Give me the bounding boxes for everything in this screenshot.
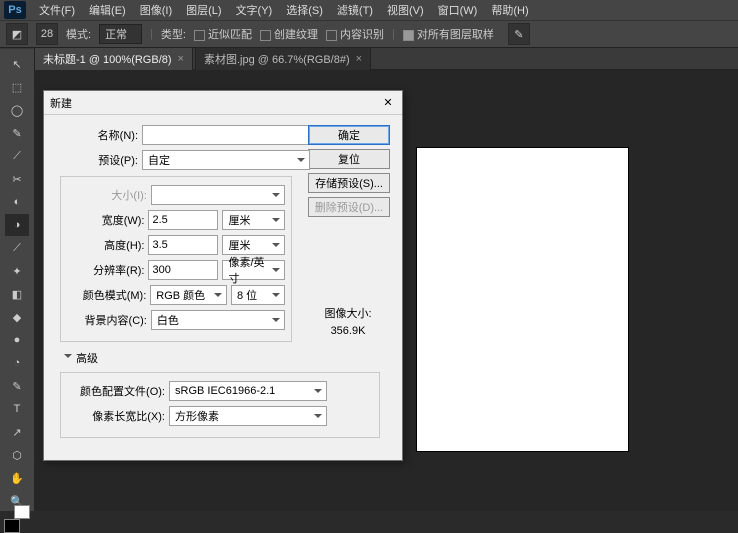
mode-label: 模式:	[66, 26, 91, 42]
tool-preset-icon[interactable]: ◩	[6, 23, 28, 45]
profile-select[interactable]: sRGB IEC61966-2.1	[169, 381, 327, 401]
type-label: 类型:	[161, 26, 186, 42]
menu-bar: Ps 文件(F)编辑(E)图像(I)图层(L)文字(Y)选择(S)滤镜(T)视图…	[0, 0, 738, 20]
save-preset-button[interactable]: 存储预设(S)...	[308, 173, 390, 193]
tool-button[interactable]: ◔	[5, 352, 29, 374]
name-label: 名称(N):	[54, 127, 142, 143]
tool-button[interactable]: ⬚	[5, 76, 29, 98]
tool-button[interactable]: T	[5, 398, 29, 420]
opt-all-layers[interactable]: 对所有图层取样	[403, 26, 494, 42]
advanced-toggle[interactable]: 高级	[64, 350, 392, 366]
tool-button[interactable]: ✎	[5, 122, 29, 144]
tool-button[interactable]: ●	[5, 329, 29, 351]
image-size-title: 图像大小:	[308, 305, 388, 321]
document-tab[interactable]: 未标题-1 @ 100%(RGB/8)×	[34, 47, 193, 70]
resolution-input[interactable]	[148, 260, 218, 280]
width-input[interactable]	[148, 210, 218, 230]
delete-preset-button: 删除预设(D)...	[308, 197, 390, 217]
menu-item[interactable]: 窗口(W)	[431, 2, 485, 18]
bg-select[interactable]: 白色	[151, 310, 285, 330]
aspect-label: 像素长宽比(X):	[67, 408, 169, 424]
tool-button[interactable]: ◧	[5, 283, 29, 305]
menu-item[interactable]: 文字(Y)	[229, 2, 280, 18]
color-mode-label: 颜色模式(M):	[67, 287, 150, 303]
chevron-down-icon	[64, 354, 72, 362]
opt-approx[interactable]: 近似匹配	[194, 26, 252, 42]
menu-item[interactable]: 选择(S)	[279, 2, 330, 18]
menu-item[interactable]: 编辑(E)	[82, 2, 133, 18]
height-input[interactable]	[148, 235, 218, 255]
image-size-value: 356.9K	[308, 325, 388, 337]
ps-logo: Ps	[4, 1, 26, 19]
menu-item[interactable]: 图像(I)	[133, 2, 179, 18]
profile-label: 颜色配置文件(O):	[67, 383, 169, 399]
menu-item[interactable]: 图层(L)	[179, 2, 228, 18]
options-bar: ◩ 28 模式: 正常 | 类型: 近似匹配 创建纹理 内容识别 | 对所有图层…	[0, 20, 738, 48]
tool-button[interactable]: ◐	[5, 191, 29, 213]
height-unit-select[interactable]: 厘米	[222, 235, 285, 255]
document-tab[interactable]: 素材图.jpg @ 66.7%(RGB/8#)×	[195, 47, 371, 70]
opt-content[interactable]: 内容识别	[326, 26, 384, 42]
reset-button[interactable]: 复位	[308, 149, 390, 169]
tool-button[interactable]: ✂	[5, 168, 29, 190]
bg-label: 背景内容(C):	[67, 312, 151, 328]
color-mode-select[interactable]: RGB 颜色	[150, 285, 227, 305]
resolution-unit-select[interactable]: 像素/英寸	[222, 260, 285, 280]
width-unit-select[interactable]: 厘米	[222, 210, 285, 230]
brush-size-icon[interactable]: 28	[36, 23, 58, 45]
close-icon[interactable]: ×	[178, 53, 184, 65]
preset-label: 预设(P):	[54, 152, 142, 168]
menu-item[interactable]: 滤镜(T)	[330, 2, 380, 18]
name-input[interactable]	[142, 125, 310, 145]
bit-depth-select[interactable]: 8 位	[231, 285, 285, 305]
size-select	[151, 185, 285, 205]
document-tabs: 未标题-1 @ 100%(RGB/8)×素材图.jpg @ 66.7%(RGB/…	[0, 48, 738, 70]
menu-item[interactable]: 文件(F)	[32, 2, 82, 18]
tool-button[interactable]: ↖	[5, 53, 29, 75]
tool-button[interactable]: ↗	[5, 421, 29, 443]
aspect-select[interactable]: 方形像素	[169, 406, 327, 426]
close-icon[interactable]: ×	[356, 53, 362, 65]
tool-button[interactable]: ⟋	[5, 145, 29, 167]
height-label: 高度(H):	[67, 237, 148, 253]
dialog-title: 新建	[50, 95, 72, 111]
resolution-label: 分辨率(R):	[67, 262, 148, 278]
tool-button[interactable]: ✋	[5, 467, 29, 489]
tool-button[interactable]: ✎	[5, 375, 29, 397]
menu-item[interactable]: 视图(V)	[380, 2, 431, 18]
tool-button[interactable]: ⟋	[5, 237, 29, 259]
width-label: 宽度(W):	[67, 212, 148, 228]
size-label: 大小(I):	[67, 187, 151, 203]
preset-select[interactable]: 自定	[142, 150, 310, 170]
new-document-dialog: 新建 ✕ 确定 复位 存储预设(S)... 删除预设(D)... 名称(N): …	[43, 90, 403, 461]
ok-button[interactable]: 确定	[308, 125, 390, 145]
pressure-icon[interactable]: ✎	[508, 23, 530, 45]
close-icon[interactable]: ✕	[380, 95, 396, 111]
tool-button[interactable]: ✦	[5, 260, 29, 282]
canvas[interactable]	[417, 148, 628, 451]
tool-button[interactable]: ◆	[5, 306, 29, 328]
toolbox: ↖⬚◯✎⟋✂◐◑⟋✦◧◆●◔✎T↗⬡✋🔍	[0, 49, 34, 511]
opt-texture[interactable]: 创建纹理	[260, 26, 318, 42]
tool-button[interactable]: ⬡	[5, 444, 29, 466]
tool-button[interactable]: ◯	[5, 99, 29, 121]
tool-button[interactable]: ◑	[5, 214, 29, 236]
mode-select[interactable]: 正常	[99, 24, 142, 44]
menu-item[interactable]: 帮助(H)	[484, 2, 535, 18]
